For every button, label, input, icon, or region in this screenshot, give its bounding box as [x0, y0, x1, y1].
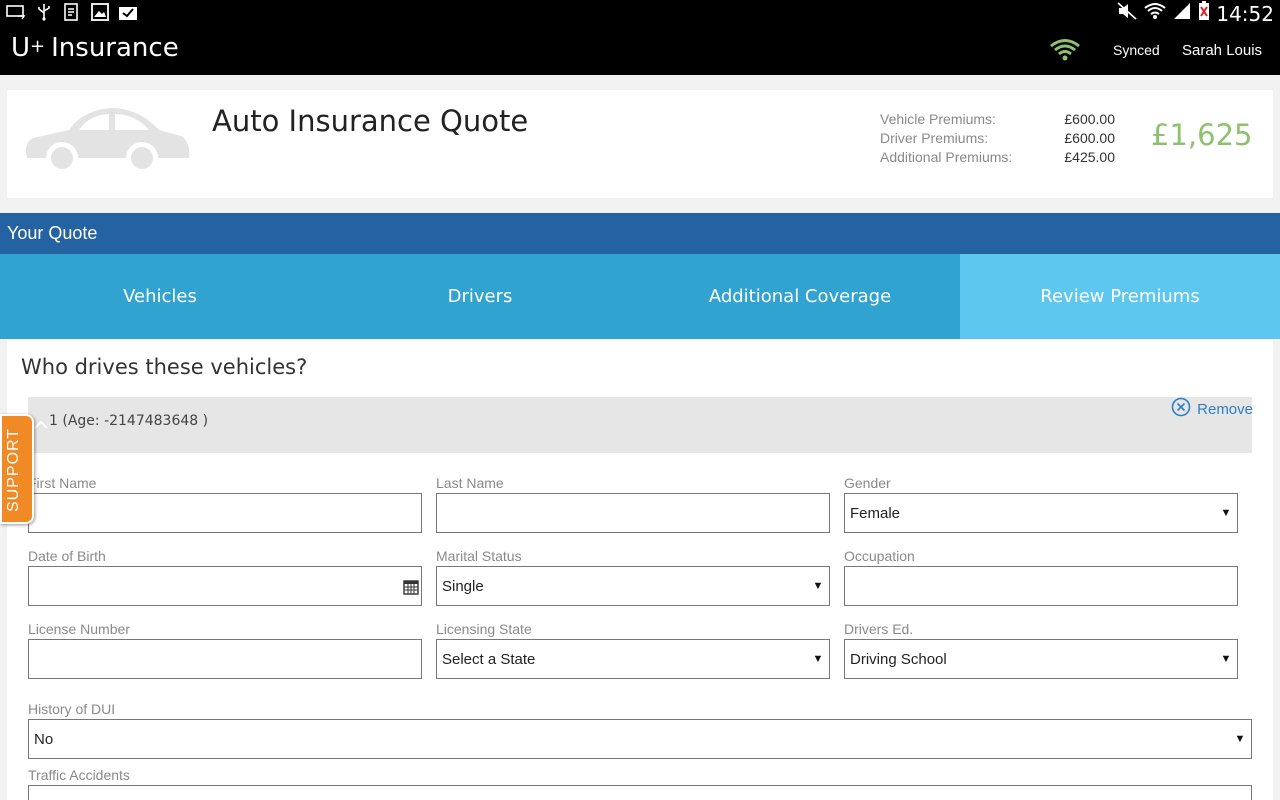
- sync-wifi-icon: [1049, 38, 1081, 67]
- drivers-ed-value: Driving School: [850, 650, 947, 668]
- section-header: Your Quote: [0, 213, 1280, 254]
- licensing-state-select[interactable]: Select a State ▼: [436, 639, 830, 679]
- quote-summary-card: Auto Insurance Quote Vehicle Premiums: D…: [7, 90, 1273, 198]
- additional-premiums-value: £425.00: [1064, 149, 1115, 165]
- user-name[interactable]: Sarah Louis: [1182, 42, 1262, 59]
- support-button[interactable]: SUPPORT: [0, 414, 34, 524]
- tab-review-premiums[interactable]: Review Premiums: [960, 254, 1280, 339]
- gender-label: Gender: [844, 475, 891, 491]
- notification-icons: [6, 3, 138, 21]
- dob-label: Date of Birth: [28, 548, 106, 564]
- app-logo: U: [11, 33, 31, 63]
- last-name-field[interactable]: [436, 493, 830, 533]
- quote-tabs: Vehicles Drivers Additional Coverage Rev…: [0, 254, 1280, 339]
- close-circle-icon: [1171, 397, 1191, 421]
- document-icon: [62, 3, 82, 21]
- driver-form-panel: Who drives these vehicles? 1 (Age: -2147…: [7, 339, 1273, 800]
- dropdown-arrow-icon: ▼: [812, 653, 824, 665]
- calendar-icon[interactable]: [403, 579, 419, 599]
- licensing-state-value: Select a State: [442, 650, 536, 668]
- total-premium: £1,625: [1151, 118, 1253, 152]
- sync-status: Synced: [1113, 42, 1160, 58]
- license-number-label: License Number: [28, 621, 130, 637]
- driver-label: 1 (Age: -2147483648 ): [49, 413, 209, 429]
- dropdown-arrow-icon: ▼: [812, 580, 824, 592]
- drivers-ed-select[interactable]: Driving School ▼: [844, 639, 1238, 679]
- task-icon: [118, 3, 138, 21]
- chevron-up-icon[interactable]: [34, 417, 48, 435]
- cast-icon: [6, 3, 26, 21]
- occupation-field[interactable]: [844, 566, 1238, 606]
- dui-history-label: History of DUI: [28, 701, 116, 717]
- traffic-accidents-label: Traffic Accidents: [28, 767, 130, 783]
- driver-row[interactable]: 1 (Age: -2147483648 ) Remove: [28, 397, 1253, 453]
- vehicle-premiums-label: Vehicle Premiums:: [880, 111, 996, 127]
- marital-status-label: Marital Status: [436, 548, 522, 564]
- license-number-field[interactable]: [28, 639, 422, 679]
- occupation-label: Occupation: [844, 548, 915, 564]
- last-name-label: Last Name: [436, 475, 504, 491]
- first-name-label: First Name: [28, 475, 97, 491]
- dropdown-arrow-icon: ▼: [1220, 653, 1232, 665]
- wifi-status-icon: [1144, 2, 1166, 25]
- status-bar: 14:52: [0, 0, 1280, 26]
- marital-status-value: Single: [442, 577, 484, 595]
- app-logo-plus: +: [30, 36, 46, 57]
- driver-premiums-value: £600.00: [1064, 130, 1115, 146]
- remove-driver-button[interactable]: Remove: [1171, 397, 1253, 421]
- tab-vehicles[interactable]: Vehicles: [0, 254, 320, 339]
- first-name-field[interactable]: [28, 493, 422, 533]
- system-icons: 14:52: [1116, 1, 1274, 26]
- gender-select[interactable]: Female ▼: [844, 493, 1238, 533]
- app-title: U+ Insurance: [11, 33, 179, 63]
- dropdown-arrow-icon: ▼: [1234, 733, 1246, 745]
- app-name: Insurance: [51, 33, 179, 63]
- car-icon: [21, 100, 191, 185]
- image-icon: [90, 3, 110, 21]
- drivers-ed-label: Drivers Ed.: [844, 621, 914, 637]
- clock: 14:52: [1216, 1, 1274, 26]
- marital-status-select[interactable]: Single ▼: [436, 566, 830, 606]
- mute-icon: [1116, 2, 1138, 25]
- traffic-accidents-field[interactable]: [28, 785, 1252, 800]
- additional-premiums-label: Additional Premiums:: [880, 149, 1013, 165]
- vehicle-premiums-value: £600.00: [1064, 111, 1115, 127]
- form-question: Who drives these vehicles?: [21, 355, 308, 379]
- support-label: SUPPORT: [5, 427, 22, 512]
- driver-premiums-label: Driver Premiums:: [880, 130, 989, 146]
- usb-icon: [34, 3, 54, 21]
- battery-icon: [1198, 1, 1210, 26]
- remove-label: Remove: [1197, 400, 1253, 418]
- tab-drivers[interactable]: Drivers: [320, 254, 640, 339]
- signal-icon: [1172, 2, 1192, 25]
- tab-additional-coverage[interactable]: Additional Coverage: [640, 254, 960, 339]
- premium-labels: Vehicle Premiums: Driver Premiums: Addit…: [880, 110, 1012, 167]
- quote-title: Auto Insurance Quote: [212, 104, 529, 138]
- dui-history-value: No: [34, 730, 54, 748]
- gender-value: Female: [850, 504, 901, 522]
- section-title: Your Quote: [7, 223, 98, 243]
- app-bar: U+ Insurance Synced Sarah Louis: [0, 25, 1280, 75]
- premium-values: £600.00 £600.00 £425.00: [1047, 110, 1115, 167]
- dui-history-select[interactable]: No ▼: [28, 719, 1252, 759]
- dropdown-arrow-icon: ▼: [1220, 507, 1232, 519]
- licensing-state-label: Licensing State: [436, 621, 532, 637]
- dob-field[interactable]: [28, 566, 422, 606]
